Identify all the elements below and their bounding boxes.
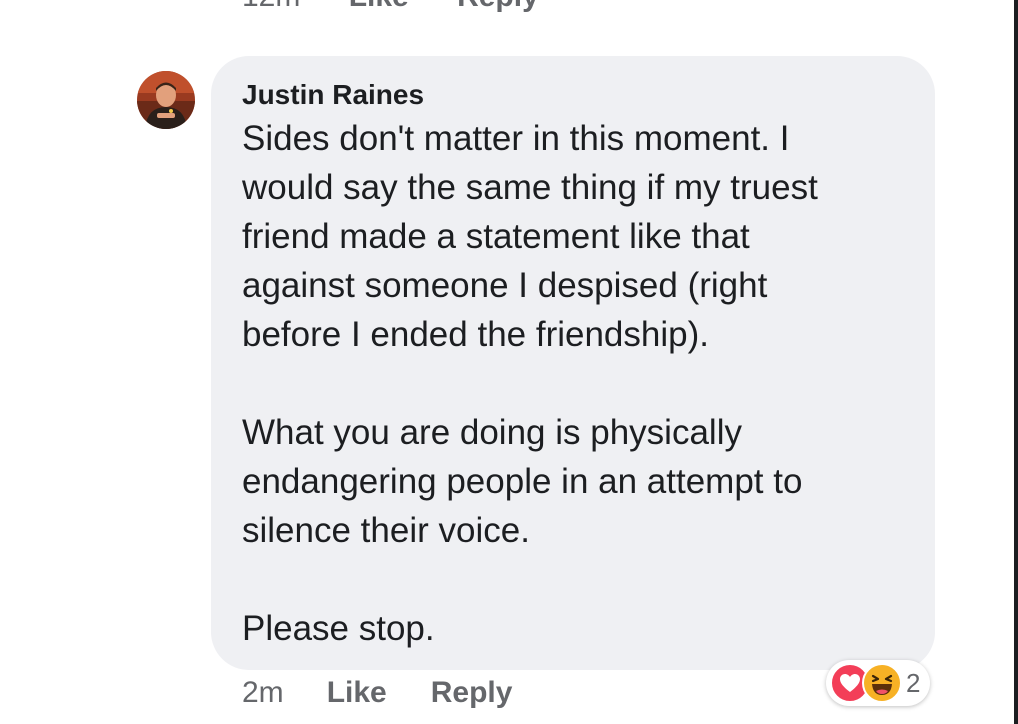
- previous-like-button[interactable]: Like: [349, 0, 409, 13]
- comment-timestamp[interactable]: 2m: [242, 676, 284, 710]
- previous-reply-button[interactable]: Reply: [457, 0, 539, 13]
- comment-bubble: Justin Raines Sides don't matter in this…: [211, 56, 935, 670]
- previous-comment-actions: 12m Like Reply: [242, 0, 579, 14]
- avatar-image: [137, 71, 195, 129]
- comment-author[interactable]: Justin Raines: [242, 78, 911, 112]
- haha-reaction-icon: [862, 663, 902, 703]
- avatar[interactable]: [137, 71, 195, 129]
- window-edge: [1014, 0, 1018, 724]
- like-button[interactable]: Like: [327, 676, 387, 710]
- comment-actions: 2m Like Reply: [242, 676, 556, 710]
- reaction-count: 2: [906, 667, 921, 698]
- reaction-summary[interactable]: 2: [826, 660, 931, 706]
- previous-comment-timestamp: 12m: [242, 0, 300, 13]
- comment-text: Sides don't matter in this moment. I wou…: [242, 119, 818, 648]
- reply-button[interactable]: Reply: [431, 676, 513, 710]
